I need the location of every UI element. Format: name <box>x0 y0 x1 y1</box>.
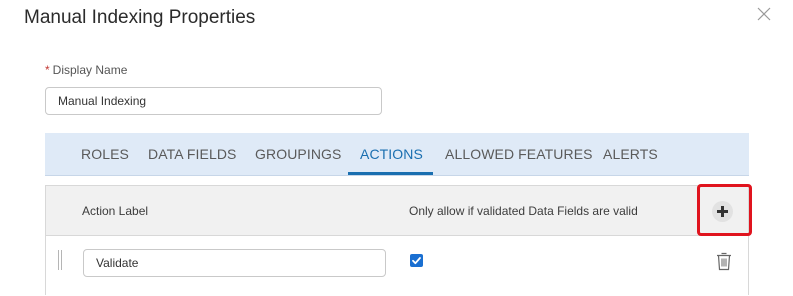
dialog-title: Manual Indexing Properties <box>24 7 256 28</box>
display-name-label: * Display Name <box>45 63 127 77</box>
tab-allowed-features[interactable]: ALLOWED FEATURES <box>445 133 593 176</box>
table-header: Action Label Only allow if validated Dat… <box>46 184 752 236</box>
column-header-only-allow-valid: Only allow if validated Data Fields are … <box>409 204 638 218</box>
column-header-action-label: Action Label <box>82 204 149 218</box>
active-tab-indicator <box>348 172 433 175</box>
tab-roles[interactable]: ROLES <box>81 133 129 176</box>
required-marker: * <box>45 63 50 77</box>
action-label-input[interactable] <box>83 249 386 277</box>
trash-icon[interactable] <box>715 251 733 271</box>
checkmark-icon <box>412 257 421 265</box>
tab-bar: ROLES DATA FIELDS GROUPINGS ACTIONS ALLO… <box>45 133 749 176</box>
display-name-label-text: Display Name <box>52 63 128 77</box>
add-action-button[interactable] <box>712 201 733 222</box>
only-if-valid-checkbox[interactable] <box>410 254 423 267</box>
display-name-input[interactable] <box>45 87 382 115</box>
actions-table: Action Label Only allow if validated Dat… <box>45 184 752 296</box>
tab-data-fields[interactable]: DATA FIELDS <box>148 133 237 176</box>
table-row <box>46 236 748 296</box>
tab-actions[interactable]: ACTIONS <box>360 133 423 176</box>
tab-alerts[interactable]: ALERTS <box>603 133 658 176</box>
close-icon[interactable] <box>756 6 772 22</box>
tab-groupings[interactable]: GROUPINGS <box>255 133 341 176</box>
drag-handle-icon[interactable] <box>58 250 64 270</box>
